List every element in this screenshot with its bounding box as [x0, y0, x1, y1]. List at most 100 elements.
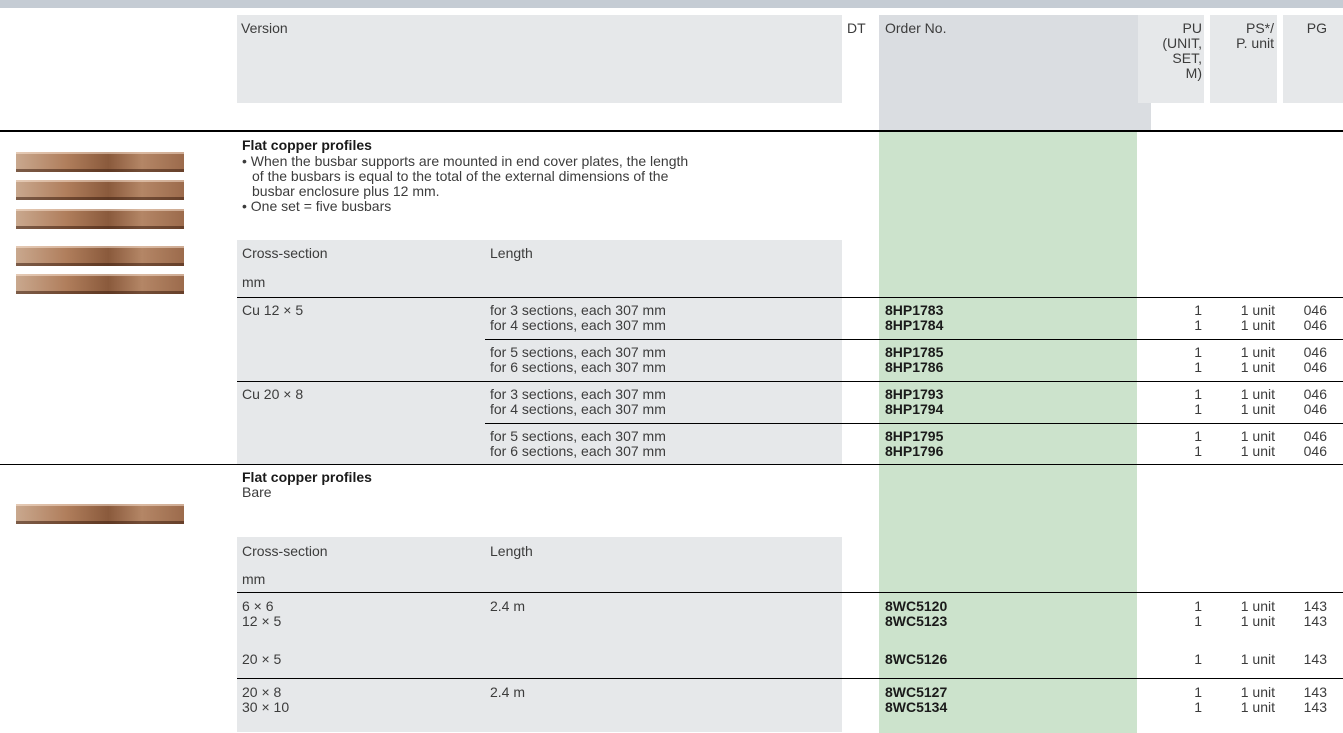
pu-cell: 1: [1194, 302, 1202, 318]
row-rule: [237, 678, 1343, 679]
header-order-no: Order No.: [885, 20, 947, 36]
top-bar: [0, 0, 1343, 8]
length-cell: for 5 sections, each 307 mm: [490, 428, 666, 444]
header-pu: PU (UNIT, SET, M): [1162, 20, 1202, 81]
pg-cell: 143: [1303, 699, 1327, 715]
order-number: 8WC5120: [885, 598, 948, 614]
ps-cell: 1 unit: [1240, 699, 1275, 715]
pu-cell: 1: [1194, 359, 1202, 375]
pu-cell: 1: [1194, 613, 1202, 629]
header-dt: DT: [847, 20, 866, 36]
pu-cell: 1: [1194, 651, 1202, 667]
pg-cell: 046: [1303, 428, 1327, 444]
length-cell: for 4 sections, each 307 mm: [490, 317, 666, 333]
ps-cell: 1 unit: [1240, 302, 1275, 318]
pu-cell: 1: [1194, 386, 1202, 402]
copper-busbar-image: [16, 246, 184, 266]
pg-cell: 046: [1303, 401, 1327, 417]
section-divider: [0, 130, 1343, 132]
ps-cell: 1 unit: [1240, 651, 1275, 667]
order-number: 8HP1783: [885, 302, 944, 318]
pg-cell: 143: [1303, 598, 1327, 614]
pg-cell: 046: [1303, 302, 1327, 318]
pg-cell: 143: [1303, 613, 1327, 629]
ps-cell: 1 unit: [1240, 428, 1275, 444]
length-cell: for 6 sections, each 307 mm: [490, 443, 666, 459]
section2-title: Flat copper profiles: [242, 469, 372, 485]
section1-notes: • When the busbar supports are mounted i…: [242, 153, 689, 214]
copper-busbar-image: [16, 274, 184, 294]
ps-cell: 1 unit: [1240, 386, 1275, 402]
order-number: 8WC5126: [885, 651, 948, 667]
pg-cell: 046: [1303, 386, 1327, 402]
copper-busbar-image: [16, 152, 184, 172]
pg-cell: 143: [1303, 651, 1327, 667]
section2-subtitle: Bare: [242, 484, 272, 500]
section1-col-cross: Cross-section: [242, 245, 328, 261]
order-number: 8WC5123: [885, 613, 948, 629]
section1-title: Flat copper profiles: [242, 137, 372, 153]
pg-cell: 046: [1303, 317, 1327, 333]
order-number: 8HP1796: [885, 443, 944, 459]
pg-cell: 046: [1303, 443, 1327, 459]
pu-cell: 1: [1194, 401, 1202, 417]
ps-cell: 1 unit: [1240, 613, 1275, 629]
section1-unit: mm: [242, 274, 266, 290]
pu-cell: 1: [1194, 684, 1202, 700]
cross-section-cell: 30 × 10: [242, 699, 290, 715]
pu-cell: 1: [1194, 428, 1202, 444]
ps-cell: 1 unit: [1240, 443, 1275, 459]
order-number: 8HP1784: [885, 317, 944, 333]
cross-section-cell: 12 × 5: [242, 613, 282, 629]
pu-cell: 1: [1194, 317, 1202, 333]
ps-cell: 1 unit: [1240, 359, 1275, 375]
order-number: 8WC5134: [885, 699, 948, 715]
ps-cell: 1 unit: [1240, 344, 1275, 360]
pg-cell: 046: [1303, 344, 1327, 360]
row-rule: [237, 592, 1343, 593]
copper-busbar-image: [16, 209, 184, 229]
order-column-bg: [879, 132, 1137, 298]
order-number: 8WC5127: [885, 684, 948, 700]
copper-busbar-image: [16, 504, 184, 524]
section2-body-bg: [237, 593, 842, 732]
cross-section-cell: Cu 12 × 5: [242, 302, 304, 318]
section2-subheader-bg: [237, 537, 842, 592]
section2-col-length: Length: [490, 543, 533, 559]
pu-cell: 1: [1194, 699, 1202, 715]
copper-busbar-image: [16, 180, 184, 200]
ps-cell: 1 unit: [1240, 317, 1275, 333]
row-rule: [485, 423, 1343, 424]
length-cell: for 3 sections, each 307 mm: [490, 386, 666, 402]
section1-col-length: Length: [490, 245, 533, 261]
header-ps: PS*/P. unit: [1236, 20, 1274, 51]
pg-cell: 143: [1303, 684, 1327, 700]
length-cell: for 6 sections, each 307 mm: [490, 359, 666, 375]
length-cell: for 5 sections, each 307 mm: [490, 344, 666, 360]
length-cell: 2.4 m: [490, 684, 526, 700]
length-cell: 2.4 m: [490, 598, 526, 614]
order-number: 8HP1794: [885, 401, 944, 417]
cross-section-cell: Cu 20 × 8: [242, 386, 304, 402]
cross-section-cell: 20 × 5: [242, 651, 282, 667]
header-pg: PG: [1306, 20, 1327, 36]
header-version-bg: [237, 15, 842, 103]
row-rule: [237, 297, 1343, 298]
section1-subheader-bg: [237, 240, 842, 297]
ps-cell: 1 unit: [1240, 684, 1275, 700]
order-number: 8HP1786: [885, 359, 944, 375]
header-version: Version: [241, 20, 288, 36]
order-number: 8HP1795: [885, 428, 944, 444]
pg-cell: 046: [1303, 359, 1327, 375]
ps-cell: 1 unit: [1240, 401, 1275, 417]
cross-section-cell: 20 × 8: [242, 684, 282, 700]
row-rule: [485, 339, 1343, 340]
ps-cell: 1 unit: [1240, 598, 1275, 614]
order-number: 8HP1785: [885, 344, 944, 360]
pu-cell: 1: [1194, 344, 1202, 360]
order-number: 8HP1793: [885, 386, 944, 402]
section2-col-cross: Cross-section: [242, 543, 328, 559]
length-cell: for 3 sections, each 307 mm: [490, 302, 666, 318]
section2-unit: mm: [242, 571, 266, 587]
row-rule: [237, 381, 1343, 382]
